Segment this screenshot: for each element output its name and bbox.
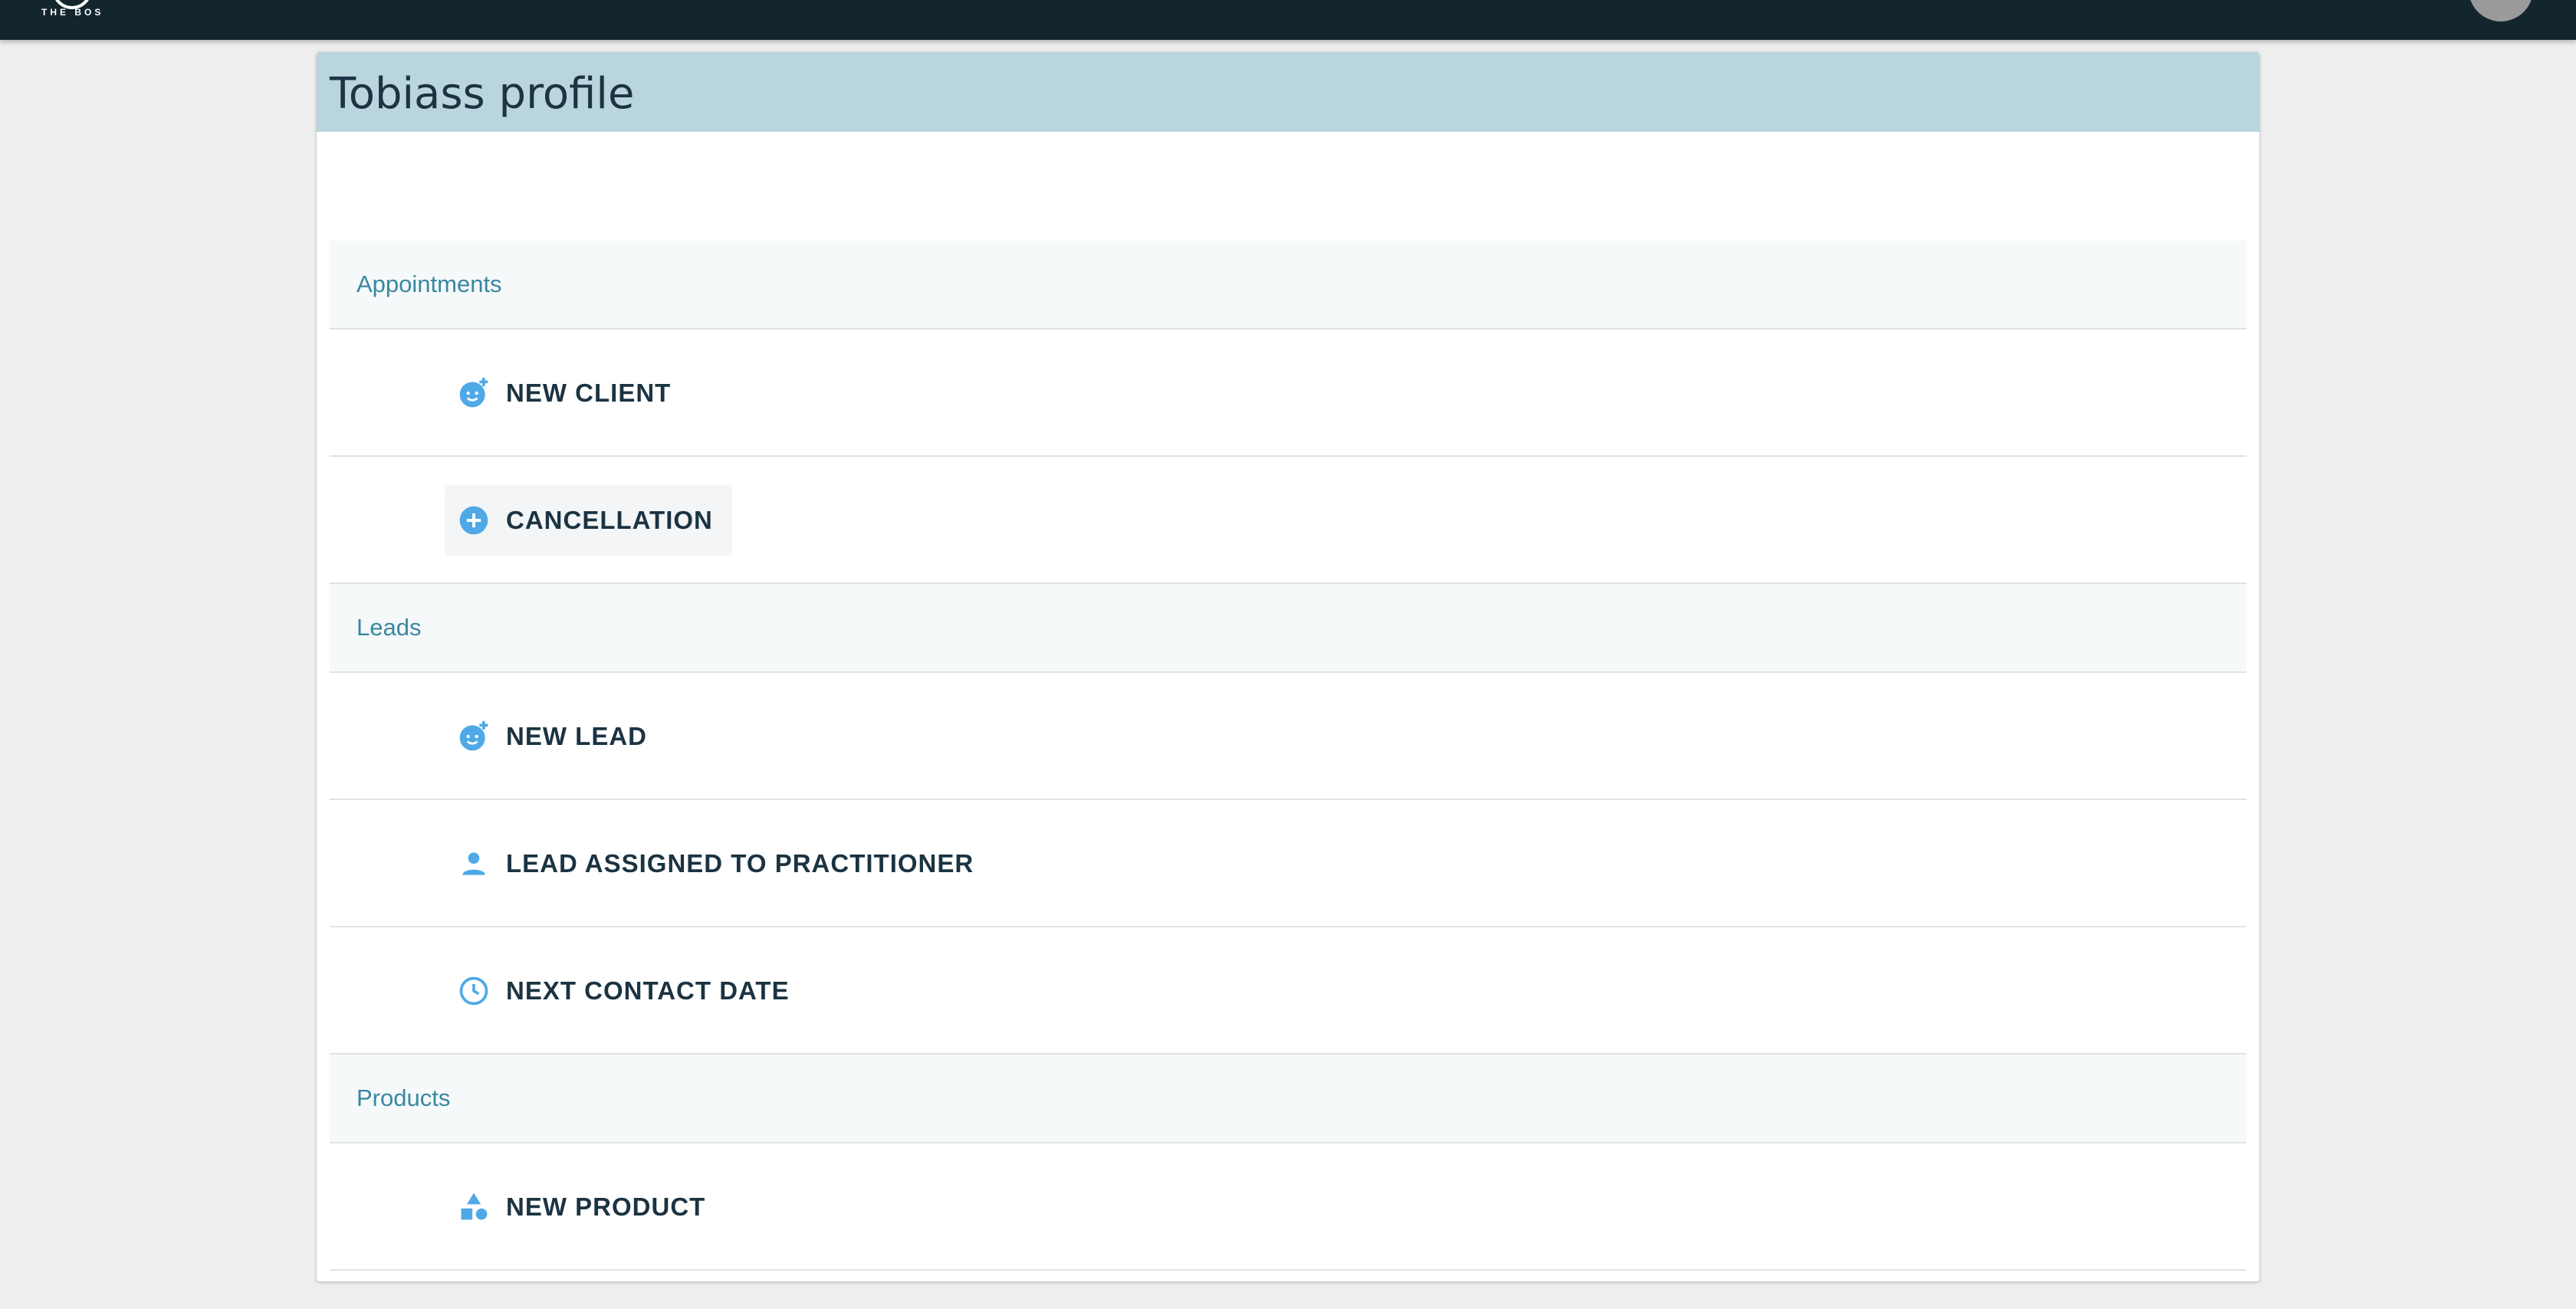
list-item: NEW CLIENT <box>330 330 2246 457</box>
list-item: NEW PRODUCT <box>330 1143 2246 1271</box>
list-item: CANCELLATION <box>330 457 2246 584</box>
face-add-icon <box>457 720 491 753</box>
profile-card: Tobiass profile SETTINGS MY NOTIFICATION… <box>317 52 2259 1281</box>
notification-new-lead-button[interactable]: NEW LEAD <box>445 701 666 772</box>
section-header-products: Products <box>330 1055 2246 1143</box>
list-item: NEXT CONTACT DATE <box>330 927 2246 1055</box>
app-logo[interactable]: THE BOS <box>38 0 107 21</box>
section-header-leads: Leads <box>330 584 2246 673</box>
plus-circle-icon <box>457 504 491 537</box>
section-header-appointments: Appointments <box>330 241 2246 330</box>
face-add-icon <box>457 376 491 410</box>
logo-text: THE BOS <box>41 7 104 18</box>
notification-label: NEXT CONTACT DATE <box>506 976 790 1005</box>
notification-label: NEW CLIENT <box>506 379 672 407</box>
list-item: NEW LEAD <box>330 673 2246 800</box>
section-title: Products <box>356 1084 451 1111</box>
notification-label: LEAD ASSIGNED TO PRACTITIONER <box>506 849 974 878</box>
section-title: Appointments <box>356 271 502 297</box>
notification-label: CANCELLATION <box>506 506 713 534</box>
notification-new-client-button[interactable]: NEW CLIENT <box>445 358 690 428</box>
notification-next-contact-date-button[interactable]: NEXT CONTACT DATE <box>445 956 809 1026</box>
notification-new-product-button[interactable]: NEW PRODUCT <box>445 1172 724 1242</box>
profile-header: Tobiass profile <box>317 52 2259 132</box>
notification-lead-assigned-button[interactable]: LEAD ASSIGNED TO PRACTITIONER <box>445 828 993 899</box>
list-item: LEAD ASSIGNED TO PRACTITIONER <box>330 800 2246 927</box>
page-title: Tobiass profile <box>330 69 635 119</box>
user-avatar[interactable] <box>2469 0 2533 21</box>
notification-cancellation-button[interactable]: CANCELLATION <box>445 485 732 556</box>
notification-label: NEW LEAD <box>506 722 647 750</box>
top-bar: THE BOS <box>0 0 2576 40</box>
shapes-icon <box>457 1190 491 1224</box>
notification-label: NEW PRODUCT <box>506 1193 706 1221</box>
clock-icon <box>457 974 491 1008</box>
person-icon <box>457 847 491 881</box>
section-title: Leads <box>356 614 422 641</box>
